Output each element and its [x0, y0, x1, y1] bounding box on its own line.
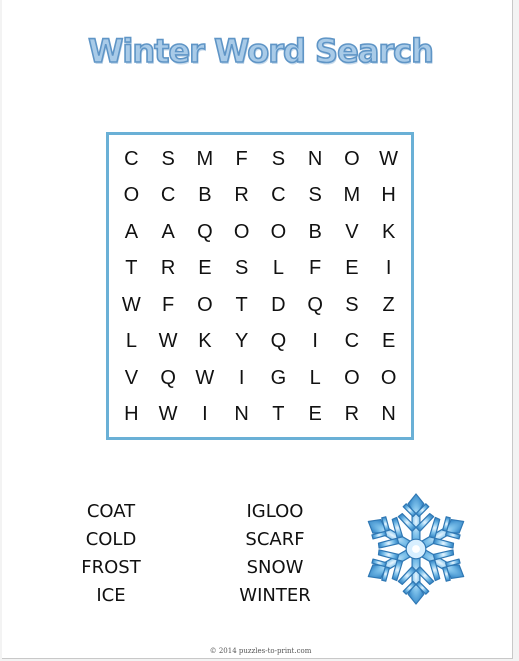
grid-letter: B: [198, 184, 212, 207]
grid-letter: B: [308, 220, 322, 243]
grid-letter: R: [344, 403, 360, 426]
word-list-column-1: COAT COLD FROST ICE: [56, 498, 166, 610]
grid-letter: A: [124, 220, 139, 243]
grid-letter: N: [307, 147, 323, 170]
grid-letter: O: [344, 147, 360, 170]
grid-letter: V: [345, 220, 359, 243]
grid-letter: W: [379, 147, 399, 170]
word-list-item: IGLOO: [246, 501, 304, 522]
word-list-item: SNOW: [246, 557, 304, 578]
word-search-grid: CSMFSNOWOCBRCSMHAAQOOBVKTRESLFEIWFOTDQSZ…: [106, 132, 414, 440]
grid-letter: H: [381, 184, 396, 207]
grid-letter: F: [309, 257, 322, 280]
grid-letter: W: [121, 293, 141, 316]
worksheet-page: Winter Word Search CSMFSNOWOCBRCSMHAAQOO…: [2, 0, 513, 659]
grid-letter: T: [125, 257, 138, 280]
grid-letter: M: [343, 184, 361, 207]
grid-letter: R: [160, 257, 176, 280]
word-list-item: ICE: [96, 585, 126, 606]
grid-letter: R: [234, 184, 249, 207]
grid-letter: S: [271, 147, 286, 170]
grid-letter: G: [270, 366, 287, 389]
grid-letter: C: [344, 330, 360, 353]
grid-letter: I: [312, 330, 318, 353]
grid-letter: K: [198, 330, 212, 353]
grid-letter: Z: [382, 293, 395, 316]
grid-letter: C: [160, 184, 176, 207]
grid-letter: I: [202, 403, 208, 426]
grid-letter: E: [308, 403, 322, 426]
grid-letter: N: [234, 403, 249, 426]
grid-letter: S: [161, 147, 175, 170]
grid-letter: F: [162, 293, 175, 316]
grid-letter: I: [385, 257, 392, 280]
grid-letter: Q: [270, 330, 287, 353]
grid-letter: C: [124, 147, 139, 170]
grid-letter: W: [158, 403, 178, 426]
grid-letter: S: [345, 293, 359, 316]
grid-letter: V: [124, 366, 139, 389]
word-list-item: FROST: [81, 557, 141, 578]
word-list-item: COLD: [85, 529, 137, 550]
grid-letter: L: [125, 330, 137, 353]
grid-letter: W: [195, 366, 215, 389]
grid-letter: O: [123, 184, 140, 207]
grid-letter: O: [197, 293, 213, 316]
grid-letter: K: [381, 220, 396, 243]
word-list-item: COAT: [86, 501, 136, 522]
grid-letter: L: [272, 257, 284, 280]
grid-letter: O: [233, 220, 250, 243]
grid-letter: C: [271, 184, 286, 207]
grid-letter: O: [344, 366, 360, 389]
grid-letter: O: [270, 220, 287, 243]
grid-letter: L: [309, 366, 321, 389]
grid-letter: O: [380, 366, 397, 389]
copyright-footer: © 2014 puzzles-to-print.com: [209, 647, 312, 655]
word-list-column-2: IGLOO SCARF SNOW WINTER: [220, 498, 330, 610]
grid-letter: N: [381, 403, 396, 426]
grid-letter: E: [381, 330, 396, 353]
grid-letter: M: [196, 147, 214, 170]
grid-letter: Q: [197, 220, 213, 243]
grid-letter: Q: [160, 366, 176, 389]
page-title: Winter Word Search: [87, 31, 434, 71]
grid-letter: E: [198, 257, 212, 280]
grid-letter: A: [161, 220, 175, 243]
snowflake-icon: [358, 493, 474, 605]
grid-letter: T: [272, 403, 285, 426]
grid-letter: T: [235, 293, 248, 316]
grid-letter: H: [124, 403, 139, 426]
grid-letter: S: [308, 184, 322, 207]
word-list-item: SCARF: [245, 529, 305, 550]
grid-letter: F: [235, 147, 248, 170]
grid-letter: D: [271, 293, 286, 316]
grid-letter: W: [158, 330, 178, 353]
grid-letter: Y: [234, 330, 249, 353]
grid-letter: E: [345, 257, 359, 280]
grid-letter: Q: [307, 293, 323, 316]
grid-letter: I: [238, 366, 245, 389]
word-list-item: WINTER: [239, 585, 311, 606]
grid-letter: S: [234, 257, 249, 280]
